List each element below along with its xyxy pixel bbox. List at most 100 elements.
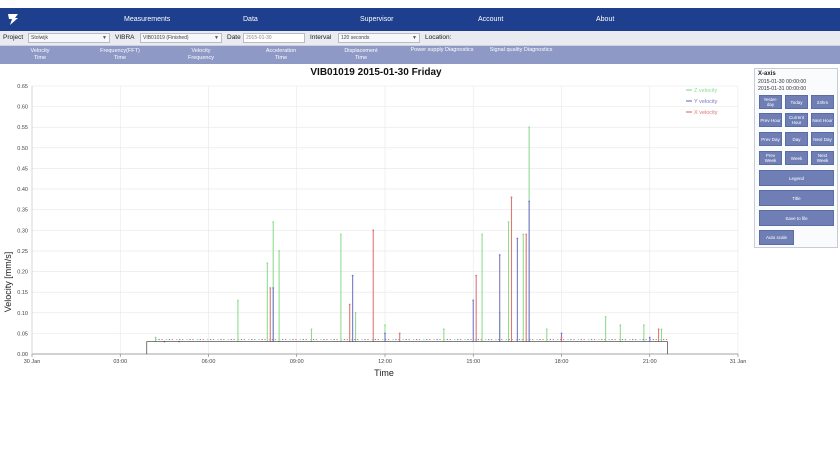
week-button[interactable]: Week	[785, 151, 808, 165]
prev-day-button[interactable]: Prev Day	[759, 132, 782, 146]
nav-about[interactable]: About	[596, 8, 614, 31]
y-tick-label: 0.00	[17, 352, 28, 358]
data-point	[154, 336, 157, 339]
next-week-button[interactable]: Next Week	[811, 151, 834, 165]
auto-scale-button[interactable]: Auto scale	[759, 230, 794, 245]
legend-label: Z velocity	[694, 88, 717, 94]
series-baseline	[146, 341, 668, 354]
data-point	[266, 262, 269, 265]
tab-velocity-time[interactable]: Velocity Time	[5, 48, 75, 62]
interval-select[interactable]: 120 seconds ▼	[338, 33, 420, 43]
data-point	[481, 233, 483, 236]
title-button[interactable]: Title	[759, 190, 834, 206]
data-point	[528, 200, 531, 203]
chevron-down-icon: ▼	[412, 35, 417, 41]
tab-velocity-frequency[interactable]: Velocity Frequency	[166, 48, 236, 62]
x-tick-label: 09:00	[290, 359, 304, 365]
chevron-down-icon: ▼	[214, 35, 219, 41]
y-tick-label: 0.60	[17, 105, 28, 111]
tab-frequency-fft-time[interactable]: Frequency(FFT) Time	[85, 48, 155, 62]
x-axis-panel-title: X-axis	[758, 71, 776, 77]
legend-label: Y velocity	[694, 99, 718, 105]
data-point	[507, 221, 510, 223]
data-point	[657, 328, 660, 331]
x-tick-label: 31 Jan	[730, 359, 747, 365]
x-axis-from: 2015-01-30 00:00:00	[758, 79, 807, 85]
legend-label: X velocity	[694, 110, 718, 116]
data-point	[278, 250, 280, 252]
data-point	[472, 299, 475, 302]
x-axis-label: Time	[374, 368, 394, 378]
data-point	[510, 196, 513, 199]
tab-signal-quality-diagnostics[interactable]: Signal quality Diagnostics	[484, 47, 558, 54]
chart-axes: 0.00 0.05 0.10 0.15 0.20 0.25 0.30 0.35 0.40 0.45…	[17, 84, 746, 365]
24hrs-button[interactable]: 24hrs	[811, 95, 834, 109]
chart-series	[146, 126, 668, 354]
x-tick-label: 06:00	[202, 359, 216, 365]
chart-grid	[31, 85, 739, 355]
y-tick-label: 0.55	[17, 125, 28, 131]
y-axis-label: Velocity [mm/s]	[3, 252, 13, 313]
data-point	[272, 287, 275, 289]
data-point	[642, 324, 645, 327]
x-tick-label: 30 Jan	[24, 359, 41, 365]
save-to-file-button[interactable]: Save to file	[759, 210, 834, 226]
location-label: Location:	[425, 34, 452, 41]
tab-acceleration-time[interactable]: Acceleration Time	[246, 48, 316, 62]
next-hour-button[interactable]: Next Hour	[811, 113, 834, 127]
tab-displacement-time[interactable]: Displacement Time	[326, 48, 396, 62]
baseline-line	[146, 341, 668, 354]
x-tick-label: 15:00	[466, 359, 480, 365]
app-logo-icon[interactable]	[6, 12, 20, 26]
tab-power-supply-diagnostics[interactable]: Power supply Diagnostics	[402, 47, 482, 54]
date-input[interactable]: 2015-01-30	[243, 33, 305, 43]
nav-data[interactable]: Data	[243, 8, 258, 31]
velocity-chart[interactable]: 0.00 0.05 0.10 0.15 0.20 0.25 0.30 0.35 0.40 0.45…	[0, 64, 752, 384]
y-tick-label: 0.40	[17, 187, 28, 193]
data-point	[660, 328, 663, 331]
y-tick-label: 0.20	[17, 270, 28, 276]
y-tick-label: 0.30	[17, 228, 28, 234]
x-tick-label: 12:00	[378, 359, 392, 365]
data-point	[269, 287, 272, 289]
data-point	[525, 233, 528, 236]
vibra-select[interactable]: VIB01019 (Finished) ▼	[140, 33, 222, 43]
chart-type-tabs: Velocity Time Frequency(FFT) Time Veloci…	[0, 46, 840, 64]
data-point	[442, 328, 445, 331]
prev-hour-button[interactable]: Prev Hour	[759, 113, 782, 127]
data-point	[272, 221, 275, 223]
prev-week-button[interactable]: Prev Week	[759, 151, 782, 165]
current-hour-button[interactable]: Current Hour	[785, 113, 808, 127]
chevron-down-icon: ▼	[102, 35, 107, 41]
day-button[interactable]: Day	[785, 132, 808, 146]
data-point	[648, 336, 651, 339]
data-point	[339, 233, 342, 236]
series-x-velocity	[161, 196, 668, 343]
data-point	[560, 332, 563, 335]
nav-measurements[interactable]: Measurements	[124, 8, 170, 31]
y-tick-label: 0.05	[17, 331, 28, 337]
data-point	[384, 332, 386, 335]
data-point	[516, 237, 519, 240]
interval-select-value: 120 seconds	[341, 35, 370, 41]
y-tick-label: 0.25	[17, 249, 28, 255]
nav-supervisor[interactable]: Supervisor	[360, 8, 393, 31]
data-point	[560, 336, 563, 339]
next-day-button[interactable]: Next Day	[811, 132, 834, 146]
today-button[interactable]: Today	[785, 95, 808, 109]
project-select[interactable]: Stolwijk ▼	[28, 33, 110, 43]
data-point	[354, 311, 357, 314]
data-point	[384, 324, 386, 327]
y-tick-label: 0.35	[17, 208, 28, 214]
data-point	[351, 274, 354, 277]
series-z-velocity	[154, 126, 663, 342]
data-point	[372, 229, 375, 232]
nav-account[interactable]: Account	[478, 8, 503, 31]
legend-button[interactable]: Legend	[759, 170, 834, 186]
data-point	[498, 254, 501, 256]
data-point	[545, 328, 548, 331]
vibra-select-value: VIB01019 (Finished)	[143, 35, 189, 41]
data-point	[237, 299, 239, 302]
yesterday-button[interactable]: Yester- day	[759, 95, 782, 109]
data-point	[398, 332, 401, 335]
